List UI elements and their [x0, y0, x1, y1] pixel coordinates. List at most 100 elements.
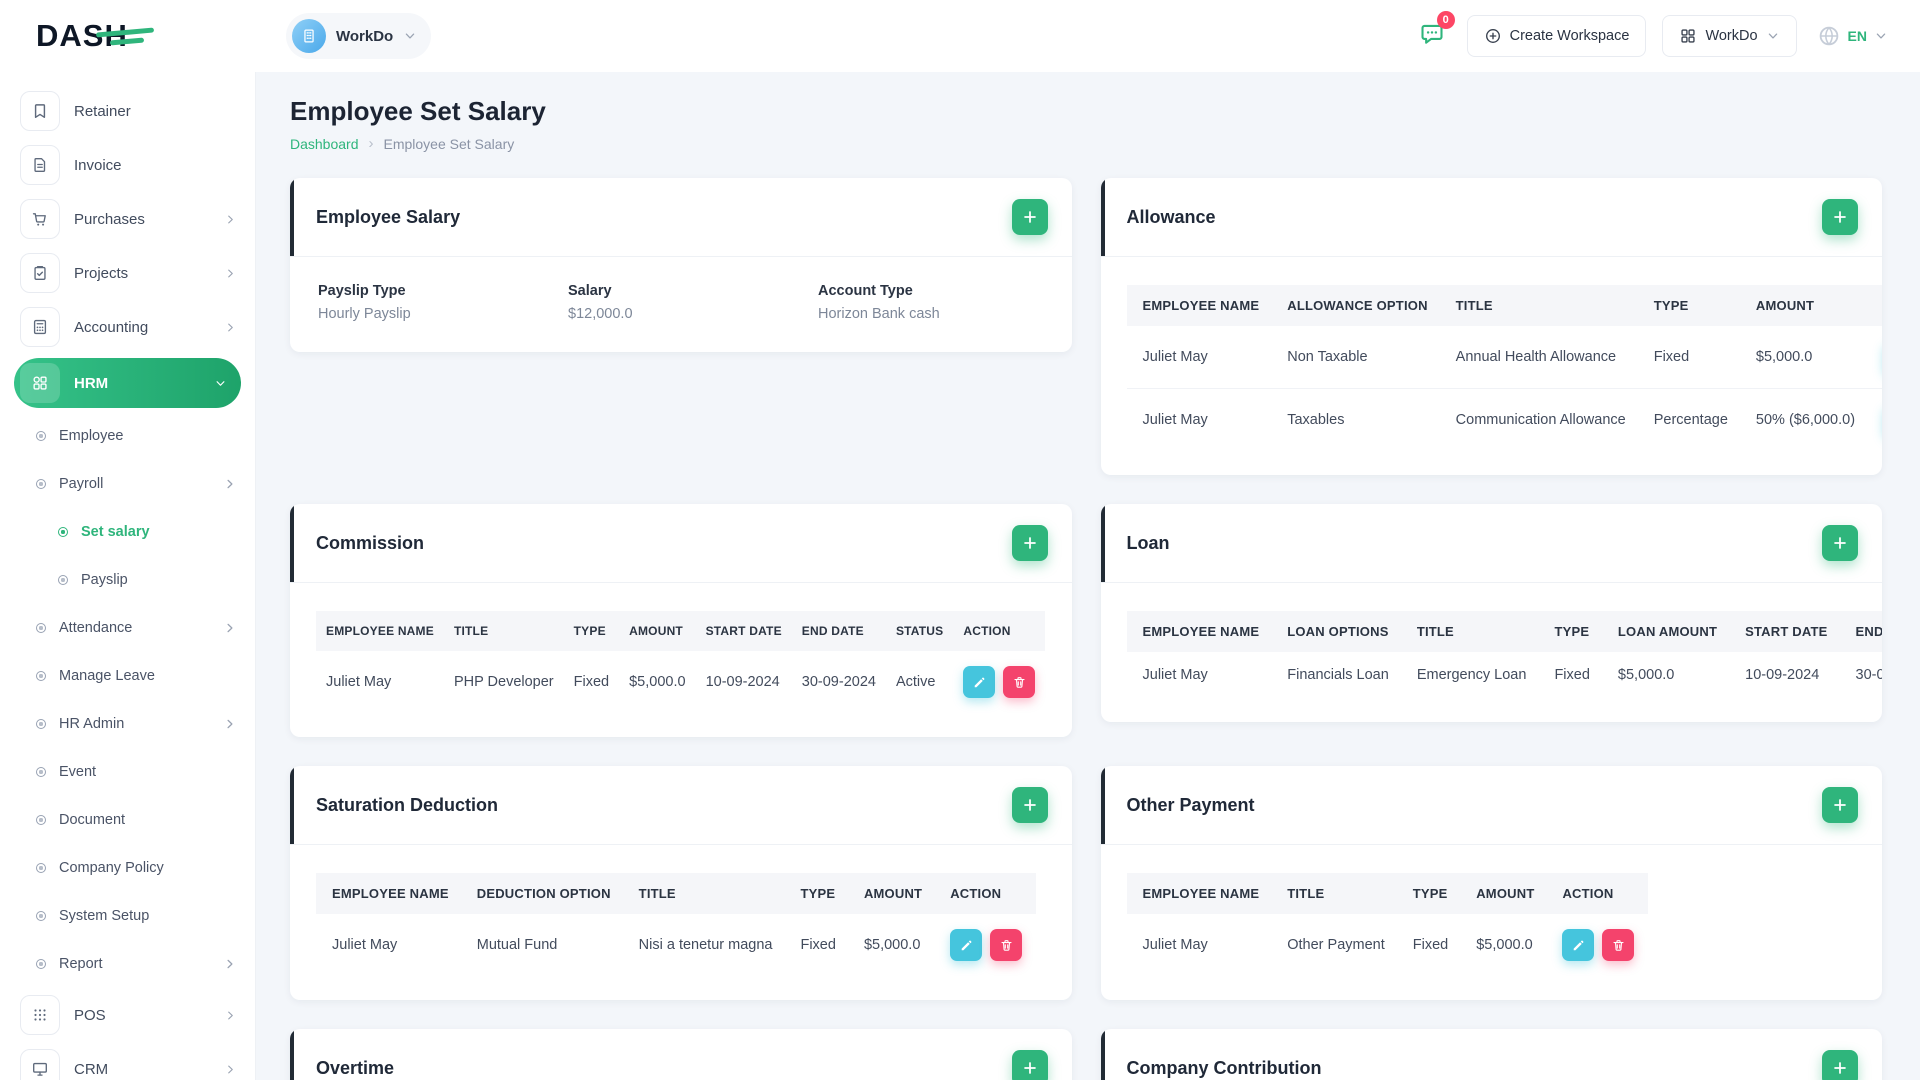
card-title: Allowance: [1126, 206, 1216, 227]
card-title: Loan: [1126, 532, 1170, 553]
add-allowance-button[interactable]: [1822, 199, 1858, 235]
sidebar-item-system-setup[interactable]: System Setup: [0, 892, 255, 940]
sidebar-item-label: Attendance: [59, 620, 133, 636]
edit-button[interactable]: [963, 666, 996, 698]
sidebar: Retainer Invoice Purchases Projects Acco…: [0, 72, 256, 1080]
sidebar-item-label: Document: [59, 812, 126, 828]
add-loan-button[interactable]: [1822, 525, 1858, 561]
table-cell: Nisi a tenetur magna: [638, 937, 773, 953]
sidebar-item-set-salary[interactable]: Set salary: [0, 508, 255, 556]
field-value: $12,000.0: [568, 306, 633, 322]
sidebar-item-accounting[interactable]: Accounting: [0, 300, 255, 354]
card-title: Saturation Deduction: [316, 794, 499, 815]
table-row: Juliet May Financials Loan Emergency Loa…: [1127, 652, 1883, 698]
action-cell: [1869, 326, 1882, 389]
pencil-icon: [959, 938, 974, 953]
sidebar-item-label: Purchases: [74, 210, 145, 228]
field-label: Payslip Type: [318, 283, 406, 299]
sidebar-item-report[interactable]: Report: [0, 940, 255, 988]
sidebar-item-label: POS: [74, 1006, 106, 1024]
column-header: TYPE: [786, 873, 850, 914]
company-contribution-card: Company Contribution: [1100, 1029, 1882, 1080]
sidebar-item-label: Event: [59, 764, 97, 780]
bullet-icon: [36, 911, 46, 921]
card-header: Allowance: [1100, 178, 1882, 257]
bullet-icon: [36, 431, 46, 441]
main-content: Employee Set Salary Dashboard › Employee…: [256, 72, 1920, 1080]
bullet-icon: [36, 719, 46, 729]
edit-button[interactable]: [1562, 929, 1595, 961]
sidebar-item-attendance[interactable]: Attendance: [0, 604, 255, 652]
commission-table: EMPLOYEE NAME TITLE TYPE AMOUNT START DA…: [290, 583, 1072, 737]
column-header: TITLE: [1402, 611, 1541, 652]
column-header: START DATE: [1731, 611, 1842, 652]
table-cell: Fixed: [1639, 326, 1742, 389]
table-cell: $5,000.0: [1617, 667, 1675, 683]
salary-field: Salary $12,000.0: [568, 283, 818, 322]
globe-icon: [1817, 24, 1841, 48]
sidebar-item-payslip[interactable]: Payslip: [0, 556, 255, 604]
column-header: EMPLOYEE NAME: [316, 873, 463, 914]
add-commission-button[interactable]: [1011, 525, 1048, 561]
page-title: Employee Set Salary: [290, 96, 546, 126]
table-header-row: EMPLOYEE NAME LOAN OPTIONS TITLE TYPE LO…: [1126, 611, 1882, 652]
delete-button[interactable]: [1003, 666, 1036, 698]
sidebar-item-label: Retainer: [74, 102, 131, 120]
sidebar-item-manage-leave[interactable]: Manage Leave: [0, 652, 255, 700]
sidebar-item-crm[interactable]: CRM: [0, 1042, 255, 1080]
chevron-right-icon: [223, 957, 237, 971]
table-row: Juliet May Taxables Communication Allowa…: [1127, 389, 1883, 452]
add-saturation-deduction-button[interactable]: [1011, 787, 1048, 823]
sidebar-item-employee[interactable]: Employee: [0, 412, 255, 460]
table-cell: Juliet May: [1142, 412, 1208, 428]
delete-button[interactable]: [1602, 929, 1635, 961]
table-cell: Taxables: [1287, 412, 1345, 428]
sidebar-item-label: Employee: [59, 428, 124, 444]
card-header: Commission: [290, 504, 1072, 583]
column-header: ACTION: [1548, 873, 1649, 914]
sidebar-item-projects[interactable]: Projects: [0, 246, 255, 300]
add-company-contribution-button[interactable]: [1822, 1050, 1858, 1080]
sidebar-item-invoice[interactable]: Invoice: [0, 138, 255, 192]
table-cell: Other Payment: [1287, 937, 1385, 953]
workspace-selector[interactable]: WorkDo: [286, 13, 432, 59]
sidebar-item-company-policy[interactable]: Company Policy: [0, 844, 255, 892]
table-cell: Mutual Fund: [476, 937, 558, 953]
add-overtime-button[interactable]: [1011, 1050, 1048, 1080]
app-logo[interactable]: DASH: [0, 0, 256, 72]
overtime-card: Overtime: [290, 1029, 1072, 1080]
sidebar-item-payroll[interactable]: Payroll: [0, 460, 255, 508]
table-cell: Emergency Loan: [1416, 667, 1527, 683]
sidebar-item-retainer[interactable]: Retainer: [0, 84, 255, 138]
sidebar-item-event[interactable]: Event: [0, 748, 255, 796]
table-cell: 50% ($6,000.0): [1755, 412, 1856, 428]
table-row: Juliet May Other Payment Fixed $5,000.0: [1127, 914, 1649, 976]
table-cell: Non Taxable: [1273, 326, 1442, 389]
column-header: TITLE: [1441, 285, 1640, 326]
add-other-payment-button[interactable]: [1822, 787, 1858, 823]
sidebar-item-pos[interactable]: POS: [0, 988, 255, 1042]
table-cell: 30-09-2024: [1855, 667, 1882, 683]
invoice-file-icon: [20, 145, 60, 185]
plus-circle-icon: [1484, 27, 1502, 45]
messages-button[interactable]: 0: [1413, 10, 1455, 58]
sidebar-item-hr-admin[interactable]: HR Admin: [0, 700, 255, 748]
saturation-deduction-card: Saturation Deduction EMPLOYEE NAME DEDUC…: [290, 766, 1072, 1000]
breadcrumb-dashboard-link[interactable]: Dashboard: [290, 136, 359, 152]
card-title: Other Payment: [1126, 794, 1255, 815]
plus-icon: [1832, 797, 1848, 813]
sidebar-item-hrm[interactable]: HRM: [14, 358, 241, 408]
language-selector[interactable]: EN: [1813, 20, 1892, 52]
delete-button[interactable]: [990, 929, 1023, 961]
workspace-menu-button[interactable]: WorkDo: [1662, 15, 1797, 57]
column-header: EMPLOYEE NAME: [316, 611, 444, 651]
edit-button[interactable]: [950, 929, 983, 961]
create-workspace-button[interactable]: Create Workspace: [1466, 15, 1647, 57]
chevron-down-icon: [214, 377, 227, 390]
account-type-field: Account Type Horizon Bank cash: [818, 283, 1044, 322]
table-cell: Fixed: [1412, 937, 1449, 953]
bullet-icon: [58, 527, 68, 537]
add-employee-salary-button[interactable]: [1011, 199, 1048, 235]
sidebar-item-purchases[interactable]: Purchases: [0, 192, 255, 246]
sidebar-item-document[interactable]: Document: [0, 796, 255, 844]
